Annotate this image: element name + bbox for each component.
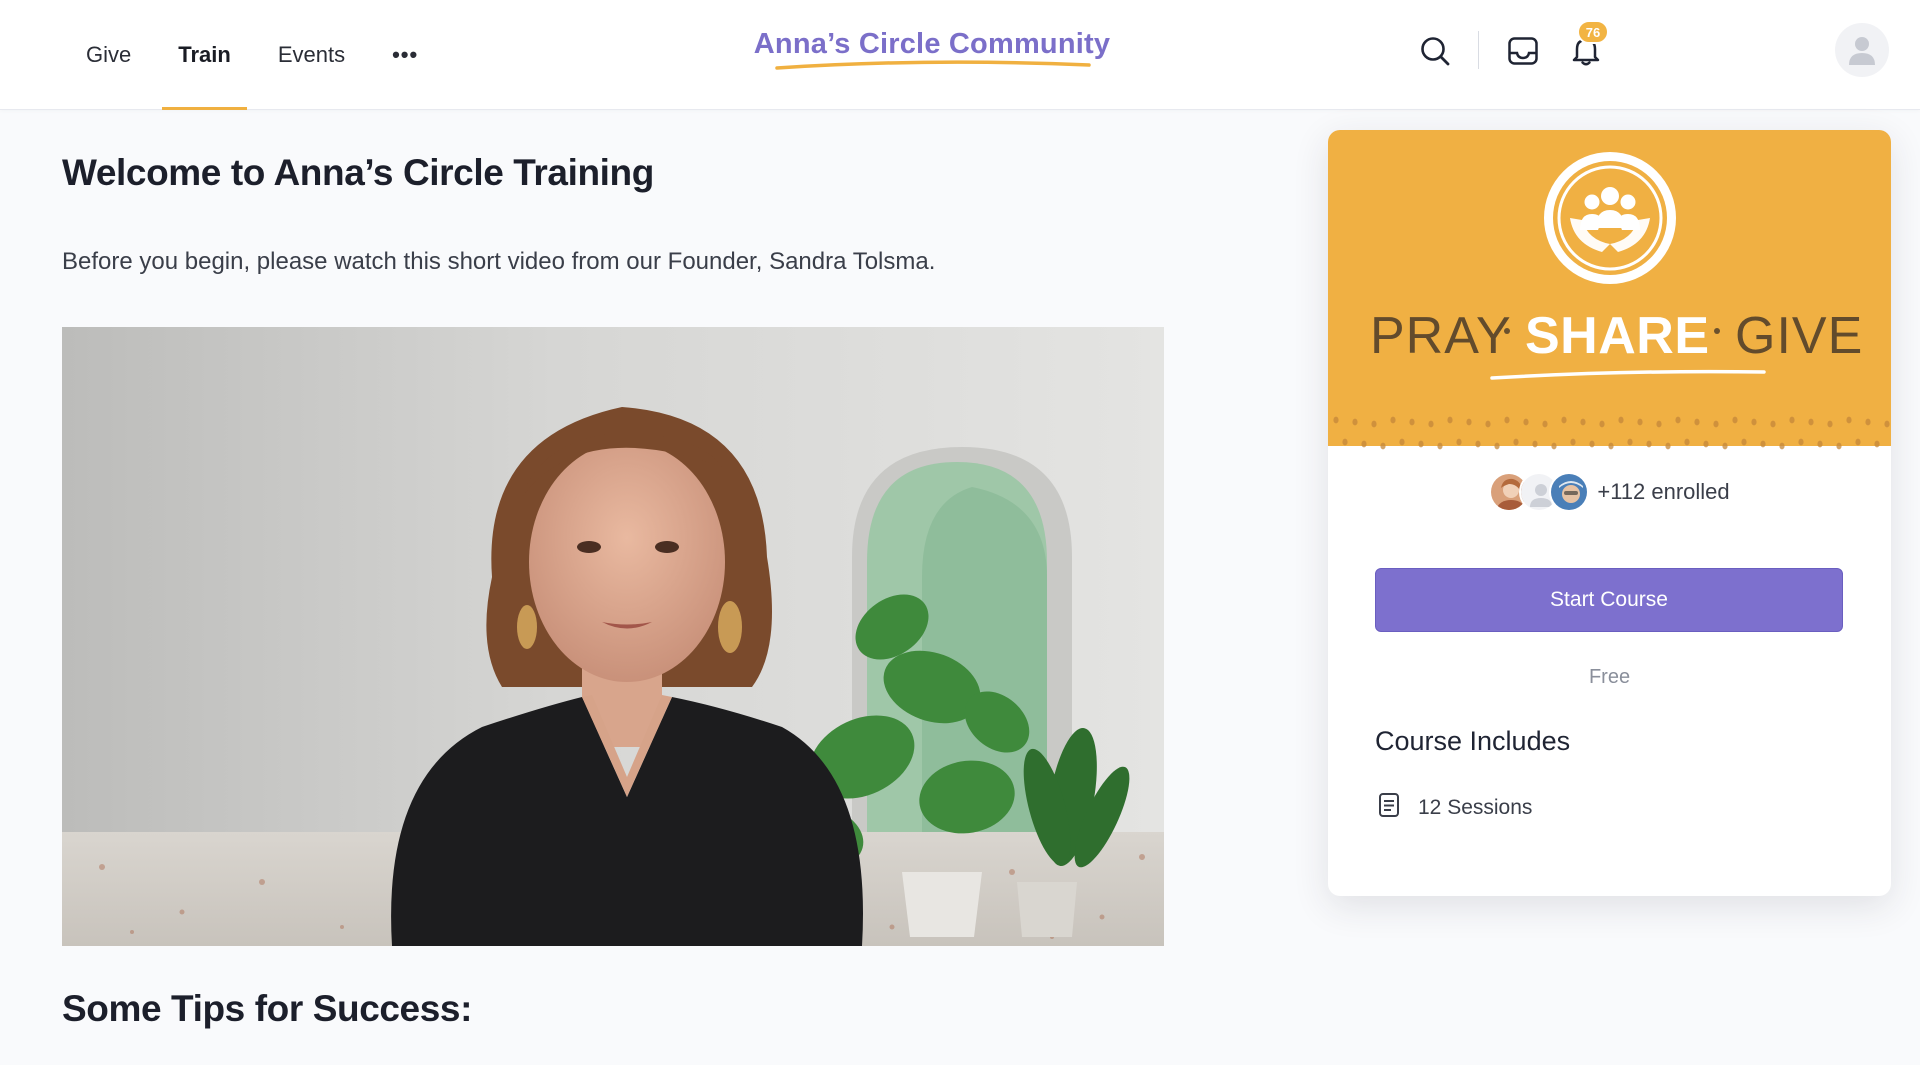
- header-divider: [1478, 31, 1479, 69]
- course-includes-title: Course Includes: [1375, 726, 1571, 756]
- enrolled-row: +112 enrolled: [1328, 472, 1891, 512]
- video-thumbnail: [62, 327, 1164, 946]
- nav-train[interactable]: Train: [162, 0, 247, 110]
- course-card: PRAY SHARE GIVE +112 enrolled Start Cour…: [1328, 130, 1891, 896]
- intro-text: Before you begin, please watch this shor…: [62, 248, 936, 275]
- welcome-video[interactable]: [62, 327, 1164, 946]
- inbox-icon[interactable]: [1506, 34, 1540, 68]
- enrolled-avatar: [1549, 472, 1590, 512]
- brand-logo[interactable]: Anna’s Circle Community: [750, 28, 1114, 71]
- enrolled-count: +112 enrolled: [1597, 479, 1730, 504]
- start-course-button[interactable]: Start Course: [1375, 568, 1843, 632]
- banner-underline: [1490, 369, 1766, 380]
- document-icon: [1378, 792, 1400, 823]
- user-avatar-icon[interactable]: [1835, 23, 1889, 77]
- banner-word-pray: PRAY: [1370, 307, 1512, 365]
- sessions-item: 12 Sessions: [1378, 792, 1532, 823]
- main-nav: Give Train Events •••: [86, 0, 418, 110]
- page-title: Welcome to Anna’s Circle Training: [62, 152, 654, 193]
- notification-badge: 76: [1577, 20, 1609, 44]
- brand-title: Anna’s Circle Community: [753, 28, 1111, 60]
- enrolled-avatars: [1489, 472, 1590, 512]
- banner-dot: [1714, 328, 1720, 334]
- top-header: Give Train Events ••• Anna’s Circle Comm…: [0, 0, 1920, 110]
- nav-more-button[interactable]: •••: [392, 0, 418, 110]
- tips-heading: Some Tips for Success:: [62, 988, 472, 1029]
- banner-dot: [1504, 328, 1510, 334]
- banner-word-give: GIVE: [1735, 307, 1864, 365]
- banner-dot-pattern: [1333, 416, 1890, 450]
- sessions-count: 12 Sessions: [1418, 795, 1533, 819]
- course-banner: PRAY SHARE GIVE: [1328, 130, 1891, 450]
- nav-give[interactable]: Give: [86, 0, 131, 110]
- hands-logo-icon: [1544, 152, 1676, 284]
- banner-word-share: SHARE: [1525, 307, 1710, 365]
- search-icon[interactable]: [1418, 34, 1452, 68]
- nav-events[interactable]: Events: [278, 0, 345, 110]
- course-price: Free: [1588, 666, 1631, 688]
